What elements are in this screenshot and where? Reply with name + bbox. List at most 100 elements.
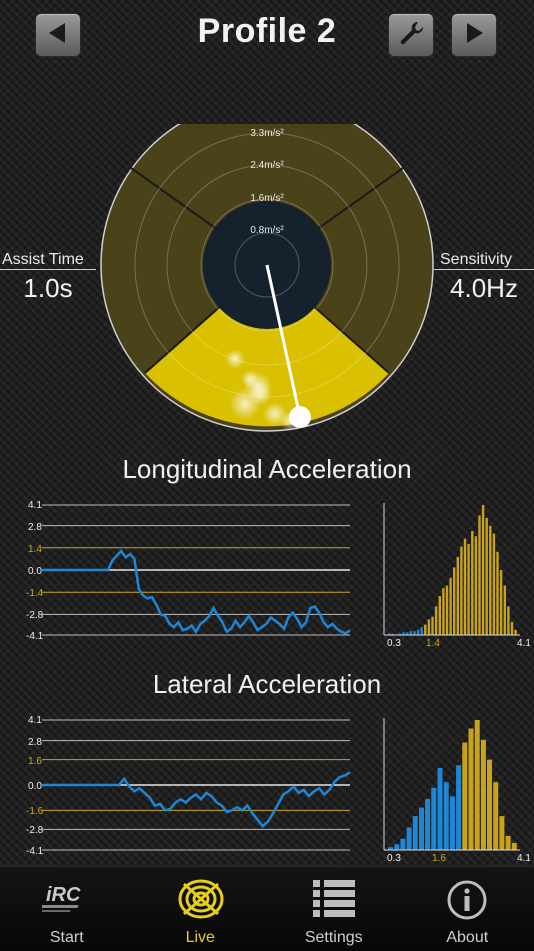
longitudinal-histogram: 0.3 1.4 4.1 bbox=[380, 497, 530, 651]
wrench-icon bbox=[397, 19, 425, 52]
histogram-bar bbox=[446, 586, 448, 635]
histogram-bar bbox=[394, 844, 399, 850]
longitudinal-title: Longitudinal Acceleration bbox=[0, 454, 534, 485]
histogram-bar bbox=[419, 808, 424, 850]
tab-label: Settings bbox=[267, 929, 401, 947]
settings-wrench-button[interactable] bbox=[388, 13, 434, 57]
histogram-bar bbox=[481, 740, 486, 850]
histogram-bar bbox=[469, 729, 474, 851]
gauge-ring-label: 3.3m/s² bbox=[250, 128, 284, 139]
histogram-bar bbox=[439, 596, 441, 635]
acceleration-series-line bbox=[42, 772, 350, 826]
histogram-bar bbox=[413, 631, 415, 635]
histogram-bar bbox=[449, 578, 451, 635]
irc-logo-icon: iRC bbox=[42, 879, 92, 924]
y-tick-label: 1.4 bbox=[28, 544, 42, 555]
tab-bar: iRC Start Live Se bbox=[0, 866, 534, 951]
histogram-bar bbox=[435, 606, 437, 635]
histogram-bar bbox=[486, 518, 488, 635]
histogram-x-label: 1.4 bbox=[426, 638, 440, 649]
svg-text:iRC: iRC bbox=[46, 884, 81, 906]
histogram-bar bbox=[424, 625, 426, 635]
y-tick-label: -1.6 bbox=[26, 806, 44, 817]
y-tick-label: 4.1 bbox=[28, 715, 42, 726]
gauge-needle-dot bbox=[289, 406, 311, 428]
y-tick-label: 0.0 bbox=[28, 566, 42, 577]
gauge-ring-label: 1.6m/s² bbox=[250, 193, 284, 204]
right-arrow-icon bbox=[461, 20, 487, 51]
y-tick-label: 4.1 bbox=[28, 500, 42, 511]
histogram-bar bbox=[450, 796, 455, 850]
sensitivity-label: Sensitivity bbox=[440, 251, 512, 269]
sensitivity-rule bbox=[434, 269, 534, 270]
y-tick-label: 1.6 bbox=[28, 756, 42, 767]
histogram-bar bbox=[475, 720, 480, 850]
histogram-bar bbox=[478, 515, 480, 635]
y-tick-label: 0.0 bbox=[28, 781, 42, 792]
forward-button[interactable] bbox=[451, 13, 497, 57]
histogram-bar bbox=[413, 816, 418, 850]
histogram-bar bbox=[514, 630, 516, 635]
tab-about[interactable]: About bbox=[401, 867, 534, 951]
histogram-bar bbox=[431, 788, 436, 850]
histogram-bar bbox=[457, 557, 459, 635]
histogram-x-label: 0.3 bbox=[387, 853, 401, 864]
assist-time-label: Assist Time bbox=[2, 251, 84, 269]
histogram-bar bbox=[464, 539, 466, 635]
y-tick-label: 2.8 bbox=[28, 522, 42, 533]
histogram-x-label: 4.1 bbox=[517, 853, 530, 864]
histogram-x-label: 1.6 bbox=[432, 853, 446, 864]
y-tick-label: 2.8 bbox=[28, 737, 42, 748]
y-tick-label: -4.1 bbox=[26, 631, 44, 642]
histogram-bar bbox=[489, 526, 491, 635]
y-axis-labels: 4.1 2.8 1.6 0.0 -1.6 -2.8 -4.1 bbox=[26, 715, 44, 857]
y-tick-label: -2.8 bbox=[26, 610, 44, 621]
tab-start[interactable]: iRC Start bbox=[0, 867, 134, 951]
histogram-bar bbox=[511, 622, 513, 635]
histogram-bar bbox=[410, 631, 412, 635]
y-tick-label: -4.1 bbox=[26, 846, 44, 857]
tab-settings[interactable]: Settings bbox=[267, 867, 401, 951]
histogram-bar bbox=[512, 843, 517, 850]
histogram-bar bbox=[496, 552, 498, 635]
longitudinal-line-chart: 4.1 2.8 1.4 0.0 -1.4 -2.8 -4.1 bbox=[0, 497, 360, 647]
acceleration-gauge: 3.3m/s² 2.4m/s² 1.6m/s² 0.8m/s² bbox=[100, 124, 434, 434]
histogram-bar bbox=[417, 630, 419, 635]
tab-label: About bbox=[401, 929, 534, 947]
histogram-x-label: 0.3 bbox=[387, 638, 401, 649]
histogram-bar bbox=[462, 743, 467, 850]
lateral-title: Lateral Acceleration bbox=[0, 669, 534, 700]
y-tick-label: -2.8 bbox=[26, 825, 44, 836]
tab-label: Live bbox=[134, 929, 268, 947]
histogram-bar bbox=[456, 765, 461, 850]
lateral-histogram: 0.3 1.6 4.1 bbox=[380, 712, 530, 866]
histogram-bar bbox=[499, 816, 504, 850]
histogram-bar bbox=[421, 627, 423, 635]
histogram-bar bbox=[453, 567, 455, 635]
histogram-bar bbox=[506, 836, 511, 850]
histogram-x-label: 4.1 bbox=[517, 638, 530, 649]
histogram-bar bbox=[428, 619, 430, 635]
assist-time-rule bbox=[0, 269, 96, 270]
histogram-bar bbox=[493, 534, 495, 635]
histogram-bar bbox=[400, 839, 405, 850]
y-tick-label: -1.4 bbox=[26, 588, 44, 599]
info-icon bbox=[447, 880, 487, 925]
gauge-ring-label: 2.4m/s² bbox=[250, 160, 284, 171]
histogram-bar bbox=[507, 606, 509, 635]
histogram-bar bbox=[475, 536, 477, 635]
tab-live[interactable]: Live bbox=[134, 867, 268, 951]
histogram-bar bbox=[482, 505, 484, 635]
tab-label: Start bbox=[0, 929, 134, 947]
histogram-bar bbox=[444, 782, 449, 850]
settings-list-icon bbox=[313, 880, 355, 923]
histogram-bar bbox=[467, 544, 469, 635]
histogram-bar bbox=[442, 588, 444, 635]
histogram-bar bbox=[500, 570, 502, 635]
lateral-line-chart: 4.1 2.8 1.6 0.0 -1.6 -2.8 -4.1 bbox=[0, 712, 360, 862]
sensitivity-value[interactable]: 4.0Hz bbox=[434, 273, 534, 304]
histogram-bar bbox=[487, 760, 492, 850]
histogram-bar bbox=[425, 799, 430, 850]
histogram-bar bbox=[431, 617, 433, 635]
assist-time-value[interactable]: 1.0s bbox=[0, 273, 96, 304]
